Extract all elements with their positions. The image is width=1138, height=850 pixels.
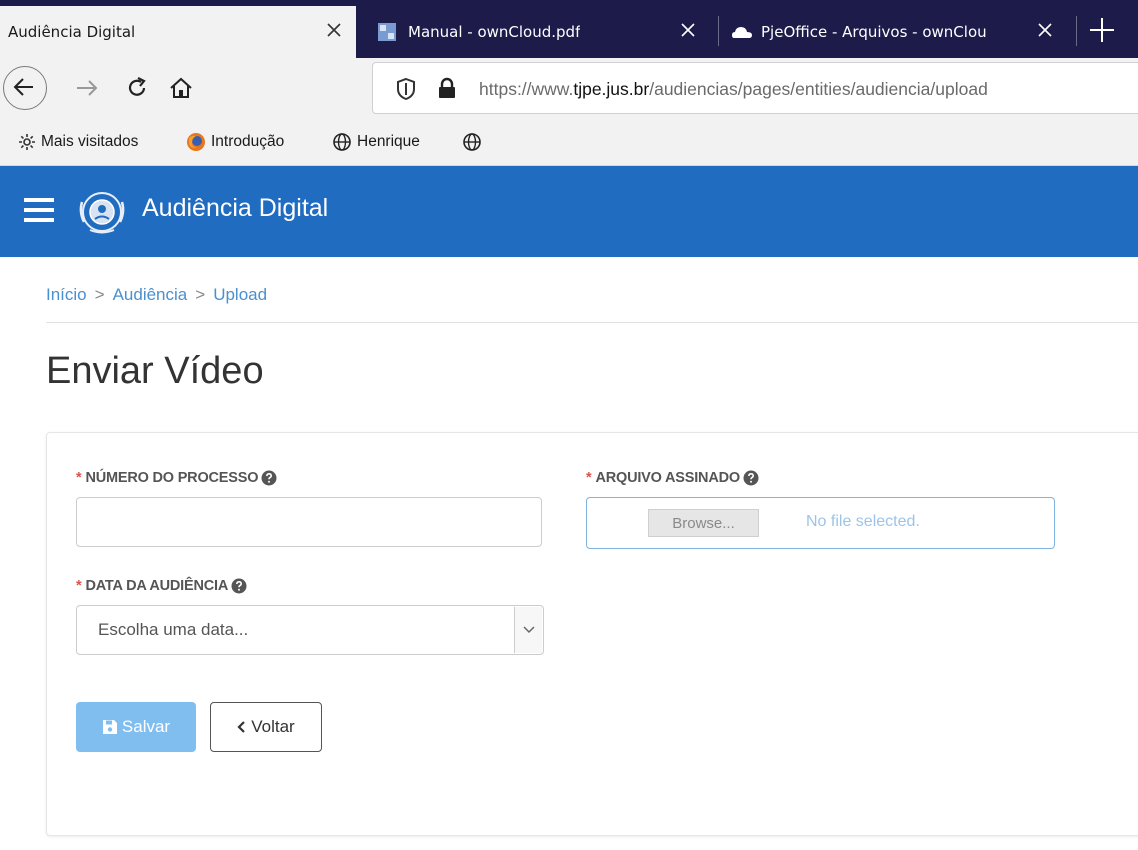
back-button[interactable] (3, 66, 47, 110)
back-form-button[interactable]: Voltar (210, 702, 322, 752)
bookmark-introducao[interactable]: Introdução (186, 130, 284, 154)
tab-title: Audiência Digital (8, 23, 136, 41)
breadcrumb-separator: > (94, 285, 105, 304)
globe-icon (463, 133, 481, 151)
breadcrumb-item-upload[interactable]: Upload (213, 285, 267, 305)
breadcrumb: Início > Audiência > Upload (46, 285, 267, 305)
bookmark-label: Henrique (357, 133, 420, 150)
breadcrumb-divider (46, 322, 1138, 323)
processo-label-text: NÚMERO DO PROCESSO (85, 470, 259, 486)
browser-nav-bar: https://www.tjpe.jus.br/audiencias/pages… (0, 58, 1138, 118)
arquivo-label: * ARQUIVO ASSINADO (586, 470, 759, 486)
tab-separator (1076, 16, 1077, 46)
required-mark: * (76, 470, 82, 486)
data-audiencia-label: * DATA DA AUDIÊNCIA (76, 578, 247, 594)
bookmark-mais-visitados[interactable]: Mais visitados (18, 130, 138, 154)
gear-icon (19, 134, 35, 150)
chevron-down-icon (522, 626, 535, 634)
close-icon[interactable] (678, 20, 698, 40)
home-icon[interactable] (166, 73, 196, 103)
bookmark-label: Mais visitados (41, 133, 139, 150)
tab-audiencia-digital[interactable]: Audiência Digital (0, 6, 356, 58)
tab-pjeoffice-arquivos[interactable]: PjeOffice - Arquivos - ownClou (719, 6, 1075, 58)
bookmarks-toolbar: Mais visitados Introdução Henrique (0, 118, 1138, 166)
question-circle-icon[interactable] (231, 578, 247, 594)
bookmark-label: Introdução (211, 133, 285, 150)
close-icon[interactable] (1035, 20, 1055, 40)
processo-input[interactable] (76, 497, 542, 547)
app-title: Audiência Digital (142, 194, 329, 222)
save-button-label: Salvar (121, 717, 171, 736)
required-mark: * (76, 578, 82, 594)
data-audiencia-label-text: DATA DA AUDIÊNCIA (85, 578, 229, 594)
page-title: Enviar Vídeo (46, 350, 264, 392)
floppy-disk-icon (102, 720, 117, 734)
tribunal-seal-logo (79, 192, 125, 234)
tab-title: PjeOffice - Arquivos - ownClou (761, 23, 987, 41)
file-status-text: No file selected. (806, 513, 920, 530)
arrow-right-icon[interactable] (72, 73, 102, 103)
tab-title: Manual - ownCloud.pdf (408, 23, 581, 41)
shield-icon[interactable] (395, 77, 417, 101)
breadcrumb-separator: > (195, 285, 206, 304)
url-prefix: https://www. (479, 79, 574, 99)
back-button-label: Voltar (251, 717, 295, 736)
app-header: Audiência Digital (0, 166, 1138, 257)
processo-label: * NÚMERO DO PROCESSO (76, 470, 277, 486)
reload-icon[interactable] (122, 73, 152, 103)
bookmark-henrique[interactable]: Henrique (332, 130, 420, 154)
new-tab-plus-icon[interactable] (1078, 6, 1126, 58)
close-icon[interactable] (324, 20, 344, 40)
select-dropdown-toggle[interactable] (514, 607, 542, 653)
question-circle-icon[interactable] (261, 470, 277, 486)
url-host: tjpe.jus.br (573, 79, 650, 99)
hamburger-menu-icon[interactable] (24, 196, 54, 224)
arquivo-label-text: ARQUIVO ASSINADO (595, 470, 740, 486)
required-mark: * (586, 470, 592, 486)
arrow-left-icon (13, 78, 33, 96)
address-bar[interactable]: https://www.tjpe.jus.br/audiencias/pages… (372, 62, 1138, 114)
browser-tab-strip: Audiência Digital Manual - ownCloud.pdf … (0, 0, 1138, 58)
globe-icon (333, 133, 351, 151)
chevron-left-icon (237, 721, 246, 733)
url-path: /audiencias/pages/entities/audiencia/upl… (649, 79, 988, 99)
bookmark-unnamed[interactable] (462, 130, 487, 154)
breadcrumb-item-audiencia[interactable]: Audiência (113, 285, 188, 305)
pdf-file-icon (378, 23, 396, 41)
data-audiencia-placeholder: Escolha uma data... (98, 620, 249, 639)
url-text[interactable]: https://www.tjpe.jus.br/audiencias/pages… (479, 79, 988, 100)
breadcrumb-item-inicio[interactable]: Início (46, 285, 87, 305)
tab-manual-owncloud[interactable]: Manual - ownCloud.pdf (362, 6, 718, 58)
question-circle-icon[interactable] (743, 470, 759, 486)
lock-icon[interactable] (437, 77, 457, 99)
browse-button[interactable]: Browse... (648, 509, 759, 537)
firefox-icon (187, 133, 205, 151)
cloud-icon (732, 27, 752, 38)
save-button[interactable]: Salvar (76, 702, 196, 752)
